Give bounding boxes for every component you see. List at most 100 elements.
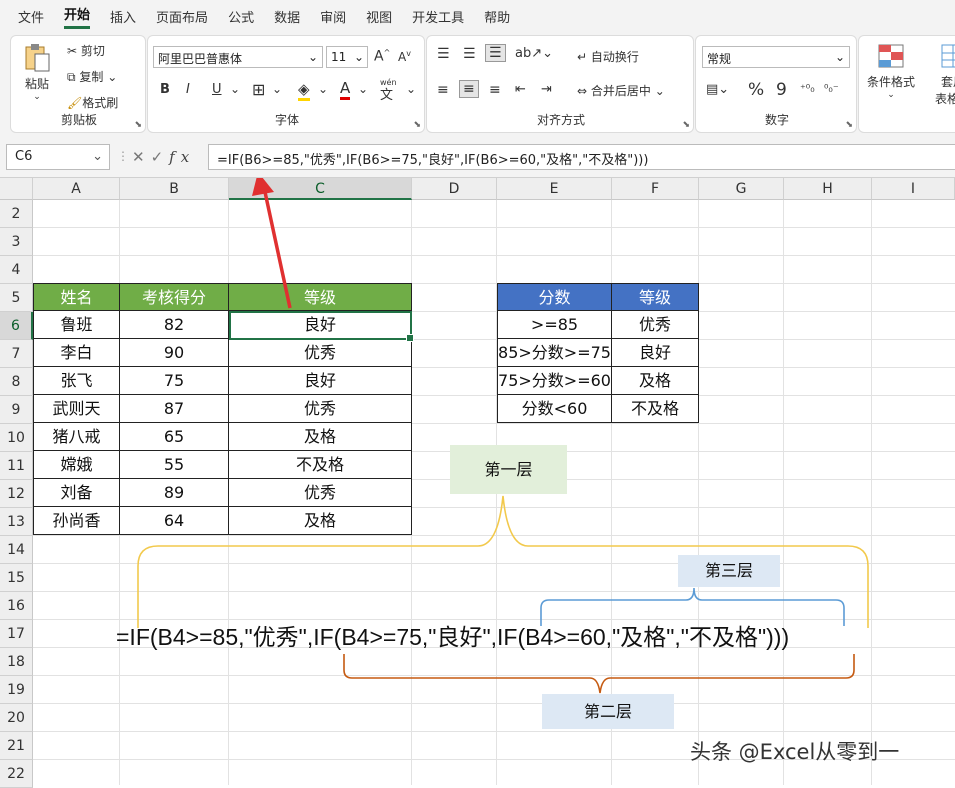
formula-actions: ✕✓fx: [132, 148, 195, 166]
table-style-icon: [941, 44, 955, 68]
wrap-text-label: 自动换行: [590, 50, 639, 64]
arrow-shaft: [263, 191, 292, 309]
conditional-format-icon: [878, 44, 904, 68]
ribbon: 粘贴 ⌄ ✂ 剪切 ⧉ 复制 ⌄ 🖌格式刷 剪贴板 ⬊ 阿里巴巴普惠体 ⌄ 11 ⌄…: [0, 32, 955, 136]
paste-dropdown-icon[interactable]: ⌄: [23, 92, 51, 102]
copy-button[interactable]: ⧉ 复制 ⌄: [67, 68, 117, 85]
bold-button[interactable]: B: [160, 82, 170, 97]
align-bottom-icon[interactable]: ☰: [485, 44, 506, 62]
chevron-down-icon[interactable]: ⌄: [230, 82, 240, 96]
format-painter-button[interactable]: 🖌格式刷: [67, 94, 118, 111]
wrap-text-button[interactable]: ↵ 自动换行: [577, 48, 639, 65]
underline-button[interactable]: U: [212, 82, 222, 97]
conditional-format-button[interactable]: 条件格式 ⌄: [867, 42, 915, 100]
clipboard-group: 粘贴 ⌄ ✂ 剪切 ⧉ 复制 ⌄ 🖌格式刷 剪贴板 ⬊: [10, 35, 146, 133]
chevron-down-icon: ⌄: [834, 50, 845, 64]
chevron-down-icon[interactable]: ⌄: [406, 82, 416, 96]
paste-label: 粘贴: [24, 77, 49, 91]
align-left-icon[interactable]: ≡: [437, 82, 449, 98]
merge-icon: ⇔: [577, 84, 588, 98]
brush-icon: 🖌: [67, 96, 83, 110]
merge-center-label: 合并后居中: [590, 84, 651, 98]
cut-label: 剪切: [80, 44, 105, 58]
font-color-button[interactable]: A: [340, 79, 351, 100]
menu-home[interactable]: 开始: [64, 4, 91, 29]
align-top-icon[interactable]: ☰: [437, 46, 450, 62]
format-as-table-label-2: 表格格: [935, 92, 955, 106]
formula-input[interactable]: =IF(B6>=85,"优秀",IF(B6>=75,"良好",IF(B6>=60…: [208, 144, 955, 170]
menu-file[interactable]: 文件: [18, 7, 44, 26]
orientation-icon[interactable]: ab↗⌄: [515, 46, 553, 61]
chevron-down-icon[interactable]: ⌄: [107, 70, 117, 84]
menu-formulas[interactable]: 公式: [228, 7, 254, 26]
alignment-group-label: 对齐方式: [536, 113, 585, 127]
align-right-icon[interactable]: ≡: [489, 82, 501, 98]
font-size-value: 11: [331, 50, 347, 64]
menu-view[interactable]: 视图: [366, 7, 392, 26]
chevron-down-icon[interactable]: ⌄: [272, 82, 282, 96]
format-painter-label: 格式刷: [82, 96, 119, 110]
conditional-format-label: 条件格式: [867, 75, 916, 89]
chevron-down-icon[interactable]: ⌄: [318, 82, 328, 96]
insert-function-button[interactable]: fx: [169, 148, 195, 166]
wrap-text-icon: ↵: [577, 50, 588, 64]
arrow-head-icon: [252, 178, 274, 196]
dialog-launcher-icon[interactable]: ⬊: [845, 120, 853, 130]
font-name-value: 阿里巴巴普惠体: [158, 52, 243, 66]
formula-illustration: =IF(B4>=85,"优秀",IF(B4>=75,"良好",IF(B4>=60…: [116, 624, 790, 650]
decrease-indent-icon[interactable]: ⇤: [515, 82, 526, 97]
check-icon[interactable]: ✓: [151, 148, 170, 166]
styles-group: 条件格式 ⌄ 套用 表格格: [858, 35, 955, 133]
percent-button[interactable]: %: [748, 80, 764, 100]
font-name-select[interactable]: 阿里巴巴普惠体 ⌄: [153, 46, 323, 68]
number-format-select[interactable]: 常规 ⌄: [702, 46, 850, 68]
menu-review[interactable]: 审阅: [320, 7, 346, 26]
paste-button[interactable]: 粘贴 ⌄: [23, 42, 51, 102]
number-group-label: 数字: [764, 113, 789, 127]
increase-indent-icon[interactable]: ⇥: [541, 82, 552, 97]
menu-help[interactable]: 帮助: [484, 7, 510, 26]
chevron-down-icon[interactable]: ⌄: [92, 149, 103, 164]
name-box[interactable]: C6 ⌄: [6, 144, 110, 170]
dialog-launcher-icon[interactable]: ⬊: [413, 120, 421, 130]
watermark: 头条 @Excel从零到一: [690, 740, 900, 764]
format-as-table-button[interactable]: 套用 表格格: [935, 42, 955, 107]
number-group: 常规 ⌄ ▤⌄ % 9 ⁺⁰₀ ⁰₀⁻ 数字 ⬊: [695, 35, 857, 133]
menu-developer[interactable]: 开发工具: [412, 7, 464, 26]
layer2-bracket: [343, 654, 855, 694]
menu-insert[interactable]: 插入: [110, 7, 136, 26]
font-group-label: 字体: [274, 113, 299, 127]
cut-button[interactable]: ✂ 剪切: [67, 42, 105, 59]
align-center-icon[interactable]: ≡: [459, 80, 479, 98]
alignment-group: ☰ ☰ ☰ ab↗⌄ ≡ ≡ ≡ ⇤ ⇥ ↵ 自动换行 ⇔ 合并后居中 ⌄ 对齐…: [426, 35, 694, 133]
fill-color-icon[interactable]: ◈: [298, 80, 310, 101]
chevron-down-icon[interactable]: ⌄: [358, 82, 368, 96]
grow-font-button[interactable]: A^: [374, 48, 390, 65]
merge-center-button[interactable]: ⇔ 合并后居中 ⌄: [577, 82, 665, 99]
increase-decimal-icon[interactable]: ⁺⁰₀: [800, 82, 815, 95]
shrink-font-button[interactable]: Av: [398, 49, 411, 64]
font-size-select[interactable]: 11 ⌄: [326, 46, 368, 68]
align-middle-icon[interactable]: ☰: [463, 46, 476, 62]
layer1-bracket: [137, 495, 869, 628]
formula-bar: C6 ⌄ ⋮ ✕✓fx =IF(B6>=85,"优秀",IF(B6>=75,"良好…: [0, 136, 955, 178]
clipboard-group-label: 剪贴板: [60, 113, 97, 127]
dialog-launcher-icon[interactable]: ⬊: [134, 120, 142, 130]
chevron-down-icon: ⌄: [307, 50, 318, 64]
decrease-decimal-icon[interactable]: ⁰₀⁻: [824, 82, 839, 95]
phonetic-button[interactable]: wén 文: [380, 78, 397, 103]
copy-icon: ⧉: [67, 70, 76, 84]
paste-icon: [25, 44, 50, 72]
copy-label: 复制: [79, 70, 104, 84]
menu-page-layout[interactable]: 页面布局: [156, 7, 208, 26]
menu-data[interactable]: 数据: [274, 7, 300, 26]
comma-button[interactable]: 9: [776, 80, 787, 100]
chevron-down-icon: ⌄: [887, 90, 895, 100]
currency-icon[interactable]: ▤⌄: [706, 82, 729, 97]
border-icon[interactable]: ⊞: [252, 80, 265, 99]
worksheet-grid[interactable]: A B C D E F G H I 2 3 4 5 6 7 8 9 10 11 …: [0, 178, 955, 788]
chevron-down-icon: ⌄: [353, 50, 364, 64]
dialog-launcher-icon[interactable]: ⬊: [682, 120, 690, 130]
italic-button[interactable]: I: [186, 82, 190, 97]
cancel-icon[interactable]: ✕: [132, 148, 151, 166]
